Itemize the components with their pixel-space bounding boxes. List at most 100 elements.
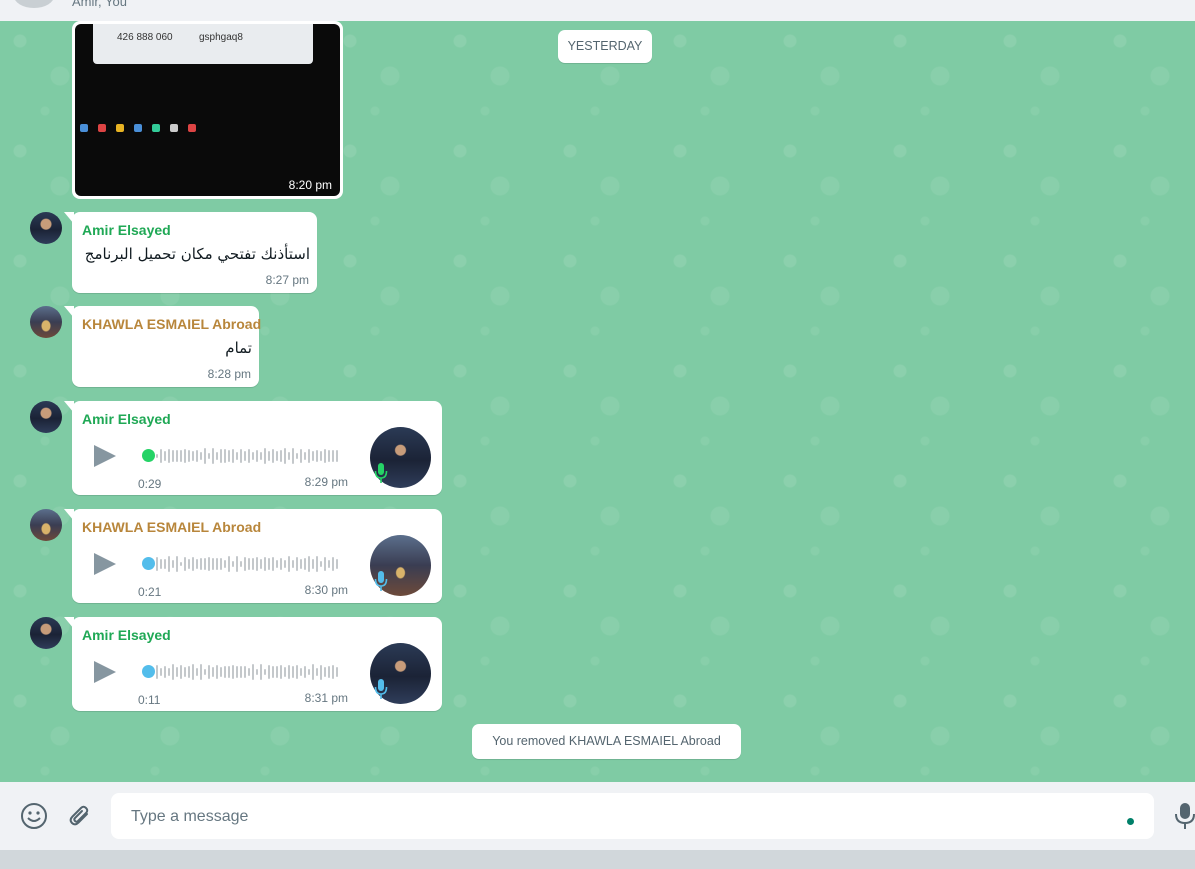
mic-icon xyxy=(374,463,388,483)
waveform-bar xyxy=(156,454,158,458)
waveform-bar xyxy=(220,666,222,678)
chat-area: YESTERDAY 426 888 060 gsphgaq8 8:20 pm A… xyxy=(0,21,1195,782)
group-avatar[interactable] xyxy=(14,0,54,8)
waveform-bar xyxy=(180,449,182,463)
message-input[interactable] xyxy=(129,803,1113,831)
message-time: 8:20 pm xyxy=(288,178,332,192)
emoji-icon[interactable] xyxy=(20,802,48,830)
waveform-bar xyxy=(236,556,238,572)
sender-avatar[interactable] xyxy=(30,306,62,338)
playback-position-dot[interactable] xyxy=(142,449,155,462)
waveform-bar xyxy=(240,560,242,568)
photo-text-id: 426 888 060 xyxy=(117,32,173,43)
waveform-bar xyxy=(156,557,158,571)
waveform-bar xyxy=(188,449,190,463)
playback-position-dot[interactable] xyxy=(142,665,155,678)
sender-name[interactable]: Amir Elsayed xyxy=(82,411,171,427)
waveform-bar xyxy=(320,560,322,568)
waveform-bar xyxy=(300,559,302,569)
audio-waveform[interactable] xyxy=(156,553,342,575)
voice-duration: 0:21 xyxy=(138,585,162,599)
waveform-bar xyxy=(208,664,210,680)
sender-name[interactable]: Amir Elsayed xyxy=(82,627,171,643)
waveform-bar xyxy=(204,669,206,675)
mic-icon xyxy=(374,679,388,699)
waveform-bar xyxy=(296,453,298,459)
play-icon[interactable] xyxy=(94,661,116,683)
waveform-bar xyxy=(220,449,222,463)
waveform-bar xyxy=(316,556,318,572)
waveform-bar xyxy=(204,558,206,570)
waveform-bar xyxy=(256,449,258,463)
waveform-bar xyxy=(208,556,210,571)
voice-message[interactable]: Amir Elsayed 0:29 8:29 pm xyxy=(64,401,442,495)
mic-icon[interactable] xyxy=(1174,802,1195,830)
waveform-bar xyxy=(328,559,330,568)
voice-message[interactable]: Amir Elsayed 0:11 8:31 pm xyxy=(64,617,442,711)
waveform-bar xyxy=(272,665,274,679)
waveform-bar xyxy=(248,667,250,677)
input-indicator-dot xyxy=(1127,818,1134,825)
playback-position-dot[interactable] xyxy=(142,557,155,570)
sender-avatar[interactable] xyxy=(30,617,62,649)
message-input-box[interactable] xyxy=(111,793,1154,839)
text-message[interactable]: KHAWLA ESMAIEL Abroad تمام 8:28 pm xyxy=(64,306,261,387)
sender-name[interactable]: KHAWLA ESMAIEL Abroad xyxy=(82,316,261,332)
waveform-bar xyxy=(252,558,254,570)
waveform-bar xyxy=(284,667,286,677)
waveform-bar xyxy=(232,664,234,680)
image-thumbnail[interactable]: 426 888 060 gsphgaq8 8:20 pm xyxy=(75,24,340,196)
waveform-bar xyxy=(172,450,174,462)
waveform-bar xyxy=(240,666,242,678)
waveform-bar xyxy=(212,557,214,571)
chat-header[interactable]: Amir, You xyxy=(0,0,1195,21)
waveform-bar xyxy=(304,451,306,461)
waveform-bar xyxy=(260,664,262,680)
waveform-bar xyxy=(192,450,194,462)
waveform-bar xyxy=(324,667,326,677)
waveform-bar xyxy=(244,450,246,462)
play-icon[interactable] xyxy=(94,445,116,467)
waveform-bar xyxy=(316,449,318,463)
message-text: تمام xyxy=(225,339,252,357)
waveform-bar xyxy=(336,559,338,569)
waveform-bar xyxy=(252,663,254,681)
voice-duration: 0:29 xyxy=(138,477,162,491)
waveform-bar xyxy=(236,665,238,679)
waveform-bar xyxy=(180,561,182,567)
waveform-bar xyxy=(304,665,306,679)
waveform-bar xyxy=(264,447,266,465)
waveform-bar xyxy=(192,557,194,571)
waveform-bar xyxy=(220,557,222,571)
waveform-bar xyxy=(324,556,326,572)
waveform-bar xyxy=(228,450,230,462)
waveform-bar xyxy=(260,452,262,460)
sender-avatar[interactable] xyxy=(30,509,62,541)
sender-avatar[interactable] xyxy=(30,212,62,244)
waveform-bar xyxy=(160,558,162,570)
waveform-bar xyxy=(248,449,250,463)
audio-waveform[interactable] xyxy=(156,445,342,467)
image-message[interactable]: 426 888 060 gsphgaq8 8:20 pm xyxy=(72,21,343,199)
play-icon[interactable] xyxy=(94,553,116,575)
waveform-bar xyxy=(308,668,310,676)
waveform-bar xyxy=(272,448,274,464)
mic-icon xyxy=(374,571,388,591)
waveform-bar xyxy=(200,452,202,460)
waveform-bar xyxy=(224,560,226,568)
audio-waveform[interactable] xyxy=(156,661,342,683)
waveform-bar xyxy=(276,665,278,679)
waveform-bar xyxy=(256,557,258,571)
text-message[interactable]: Amir Elsayed استأذنك تفتحي مكان تحميل ال… xyxy=(64,212,317,293)
waveform-bar xyxy=(308,449,310,463)
waveform-bar xyxy=(160,668,162,676)
waveform-bar xyxy=(300,448,302,464)
waveform-bar xyxy=(216,452,218,460)
sender-name[interactable]: Amir Elsayed xyxy=(82,222,171,238)
voice-message[interactable]: KHAWLA ESMAIEL Abroad 0:21 8:30 pm xyxy=(64,509,442,603)
sender-avatar[interactable] xyxy=(30,401,62,433)
sender-name[interactable]: KHAWLA ESMAIEL Abroad xyxy=(82,519,261,535)
attach-icon[interactable] xyxy=(67,803,93,829)
waveform-bar xyxy=(264,668,266,676)
voice-duration: 0:11 xyxy=(138,693,161,707)
